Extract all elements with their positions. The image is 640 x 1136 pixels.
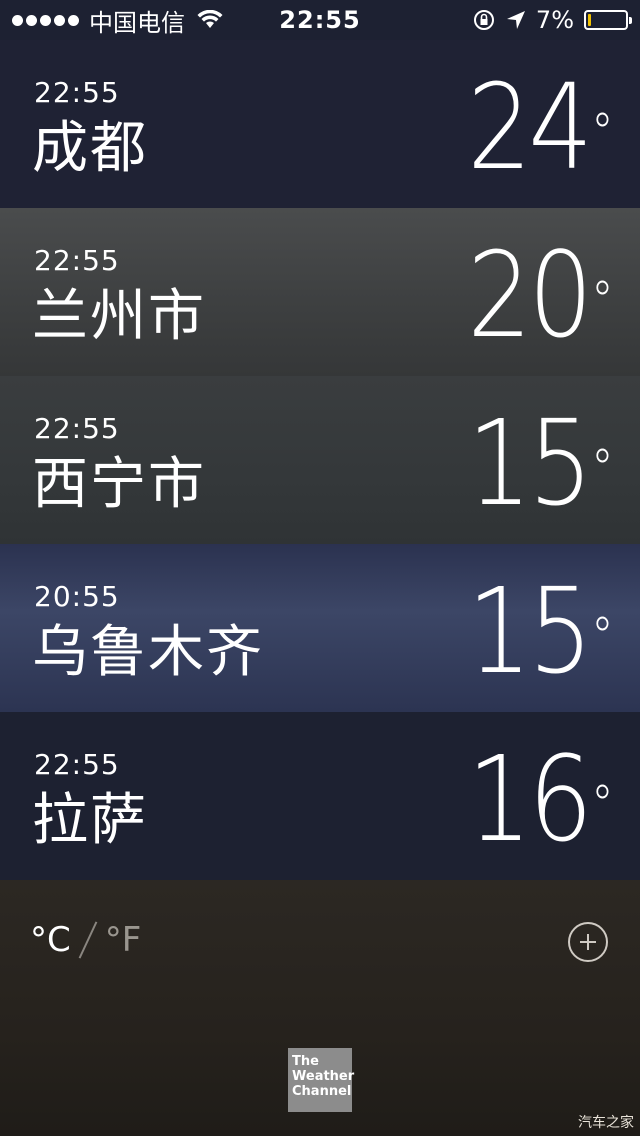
city-temperature: 15° (467, 562, 613, 700)
status-right: 7% (472, 0, 632, 40)
city-row[interactable]: 22:55 西宁市 15° (0, 376, 640, 544)
carrier-name: 中国电信 (89, 8, 185, 37)
location-arrow-icon (506, 11, 525, 29)
status-left: 中国电信 (12, 0, 223, 40)
weather-channel-logo[interactable]: The Weather Channel (288, 1048, 354, 1112)
city-local-time: 22:55 (34, 76, 120, 109)
city-local-time: 22:55 (34, 412, 120, 445)
city-local-time: 20:55 (34, 580, 120, 613)
city-name: 乌鲁木齐 (32, 620, 264, 685)
plus-icon (580, 934, 596, 950)
city-name: 成都 (32, 116, 148, 181)
fahrenheit-option[interactable]: °F (105, 920, 142, 960)
city-local-time: 22:55 (34, 748, 120, 781)
city-local-time: 22:55 (34, 244, 120, 277)
city-row[interactable]: 20:55 乌鲁木齐 15° (0, 544, 640, 712)
watermark: 汽车之家 (578, 1115, 634, 1131)
bottom-toolbar: °C °F The Weather Channel 汽车之家 (0, 880, 640, 1136)
city-temperature: 20° (467, 226, 613, 364)
wifi-icon (197, 10, 223, 28)
battery-icon (584, 10, 632, 30)
orientation-lock-icon (473, 10, 494, 30)
add-city-button[interactable] (568, 922, 608, 962)
city-list: 22:55 成都 24° 22:55 兰州市 20° 22:55 西宁市 15°… (0, 40, 640, 880)
city-temperature: 16° (467, 730, 613, 868)
city-row[interactable]: 22:55 拉萨 16° (0, 712, 640, 880)
city-name: 兰州市 (32, 284, 206, 349)
city-row[interactable]: 22:55 兰州市 20° (0, 208, 640, 376)
signal-strength-icon (12, 14, 79, 26)
city-temperature: 24° (467, 58, 613, 196)
unit-divider (78, 921, 98, 959)
battery-percent: 7% (535, 6, 574, 34)
celsius-option[interactable]: °C (30, 920, 71, 960)
city-name: 拉萨 (32, 788, 148, 853)
status-bar: 中国电信 22:55 7% (0, 0, 640, 40)
city-temperature: 15° (467, 394, 613, 532)
city-name: 西宁市 (32, 452, 206, 517)
unit-toggle[interactable]: °C °F (30, 920, 141, 960)
city-row[interactable]: 22:55 成都 24° (0, 40, 640, 208)
